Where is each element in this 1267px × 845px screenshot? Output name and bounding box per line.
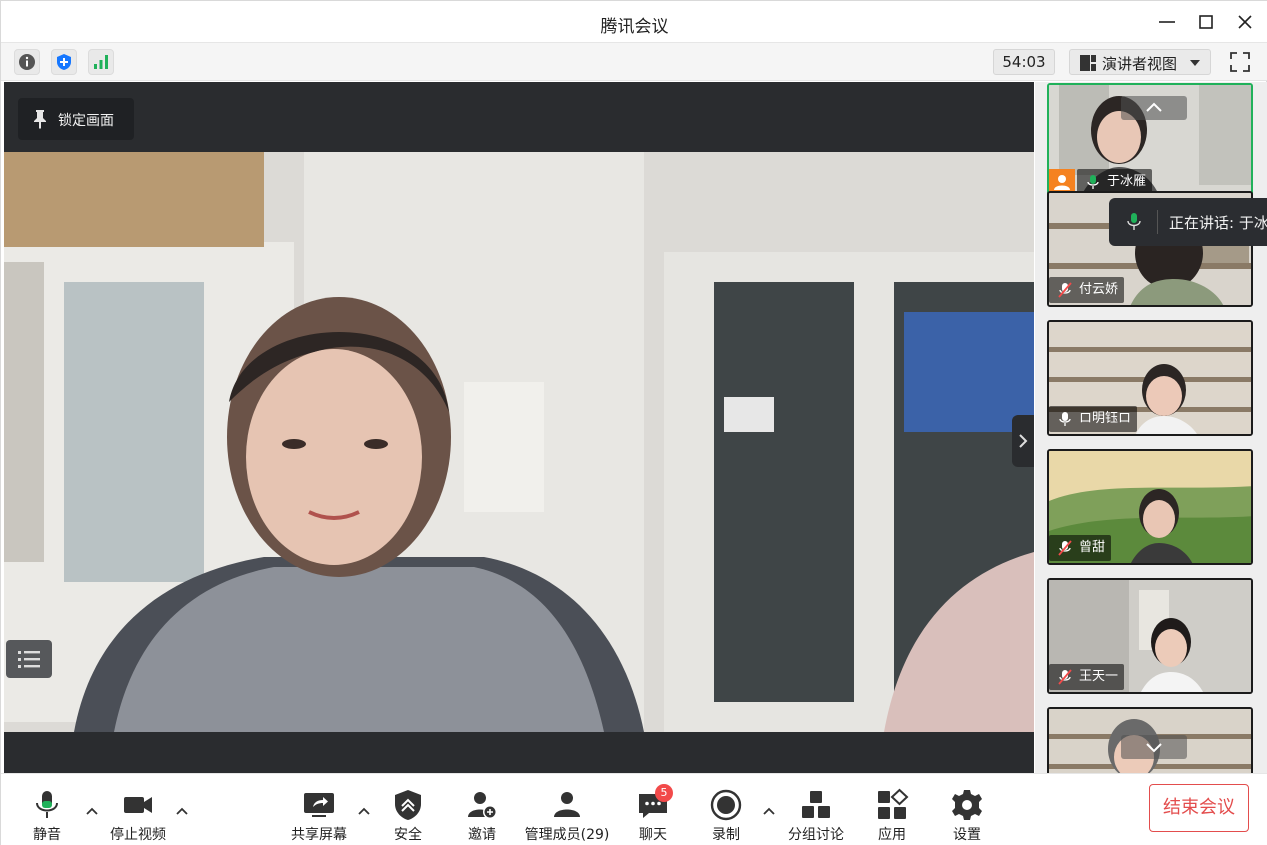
fullscreen-icon xyxy=(1230,52,1250,72)
maximize-button[interactable] xyxy=(1193,9,1219,35)
security-status-button[interactable] xyxy=(51,49,77,75)
video-options-chevron-up-icon[interactable] xyxy=(175,804,189,818)
scroll-up-button[interactable] xyxy=(1121,96,1187,120)
meeting-info-bar: 54:03 演讲者视图 xyxy=(1,43,1267,81)
meeting-info-button[interactable] xyxy=(14,49,40,75)
mic-active-icon xyxy=(1127,213,1141,230)
meeting-timer: 54:03 xyxy=(993,49,1055,75)
fullscreen-button[interactable] xyxy=(1227,49,1253,75)
invite-label: 邀请 xyxy=(468,827,496,843)
minimize-button[interactable] xyxy=(1154,9,1180,35)
chat-button[interactable]: 5 聊天 xyxy=(636,784,673,844)
participant-tile[interactable]: ロ明钰ロ xyxy=(1047,320,1253,436)
participant-name: 付云娇 xyxy=(1079,282,1119,297)
stop-video-label: 停止视频 xyxy=(110,827,166,843)
participant-name: 于冰雁 xyxy=(1107,174,1147,189)
speaking-indicator: 正在讲话: 于冰雁 xyxy=(1109,198,1267,246)
breakout-rooms-icon xyxy=(802,791,830,818)
chat-label: 聊天 xyxy=(639,827,667,843)
mic-muted-icon xyxy=(1058,669,1072,685)
participant-gallery: 于冰雁 付云娇 ロ明钰ロ 曾甜 王天一 xyxy=(1035,82,1267,773)
view-mode-select[interactable]: 演讲者视图 xyxy=(1069,49,1211,75)
shield-icon xyxy=(57,54,71,70)
chevron-down-icon xyxy=(1146,743,1162,753)
close-icon xyxy=(1238,15,1252,29)
list-icon xyxy=(18,651,40,668)
settings-label: 设置 xyxy=(953,827,981,843)
breakout-rooms-label: 分组讨论 xyxy=(788,827,844,843)
microphone-icon xyxy=(36,791,58,818)
scroll-down-button[interactable] xyxy=(1121,735,1187,759)
record-options-chevron-up-icon[interactable] xyxy=(762,804,776,818)
chevron-up-icon xyxy=(1146,102,1162,112)
lock-view-label: 锁定画面 xyxy=(58,113,114,129)
speaker-video xyxy=(4,152,1034,732)
participant-name-badge: 付云娇 xyxy=(1049,277,1125,303)
members-icon xyxy=(554,792,580,817)
window-title: 腾讯会议 xyxy=(600,17,669,37)
mute-label: 静音 xyxy=(33,827,61,843)
participant-name: ロ明钰ロ xyxy=(1079,411,1132,426)
apps-grid-icon xyxy=(878,788,909,819)
share-screen-icon xyxy=(304,793,334,817)
end-meeting-button[interactable]: 结束会议 xyxy=(1149,784,1249,832)
record-icon xyxy=(710,789,742,821)
record-label: 录制 xyxy=(712,827,740,843)
mic-muted-icon xyxy=(1058,282,1072,298)
signal-bars-icon xyxy=(94,55,108,69)
minimize-icon xyxy=(1159,21,1175,23)
apps-label: 应用 xyxy=(878,827,906,843)
collapse-sidebar-button[interactable] xyxy=(1012,415,1034,467)
participant-name-badge: ロ明钰ロ xyxy=(1049,406,1138,432)
speaker-view-icon xyxy=(1080,55,1096,71)
meeting-window: 腾讯会议 54:03 演讲者视图 锁定画面 于冰雁 付云娇 ロ明钰ロ 曾甜 王天… xyxy=(0,0,1267,845)
speaking-label: 正在讲话: 于冰雁 xyxy=(1169,214,1267,232)
share-screen-label: 共享屏幕 xyxy=(291,827,347,843)
chevron-down-icon xyxy=(1190,60,1200,66)
apps-button[interactable]: 应用 xyxy=(875,788,909,844)
stop-video-button[interactable]: 停止视频 xyxy=(107,788,169,844)
view-mode-label: 演讲者视图 xyxy=(1102,55,1178,73)
mic-on-icon xyxy=(1087,175,1099,189)
security-label: 安全 xyxy=(394,827,422,843)
share-options-chevron-up-icon[interactable] xyxy=(357,804,371,818)
record-button[interactable]: 录制 xyxy=(709,788,743,844)
invite-button[interactable]: 邀请 xyxy=(464,788,500,844)
title-bar: 腾讯会议 xyxy=(1,1,1267,43)
share-screen-button[interactable]: 共享屏幕 xyxy=(289,788,349,844)
audio-options-chevron-up-icon[interactable] xyxy=(85,804,99,818)
settings-button[interactable]: 设置 xyxy=(950,788,984,844)
pin-icon xyxy=(34,110,46,129)
participant-name-badge: 王天一 xyxy=(1049,664,1125,690)
video-camera-icon xyxy=(124,797,152,813)
mute-button[interactable]: 静音 xyxy=(29,788,65,844)
maximize-icon xyxy=(1199,15,1213,29)
participant-name: 曾甜 xyxy=(1079,540,1106,555)
lock-view-button[interactable]: 锁定画面 xyxy=(18,98,134,140)
participant-name-badge: 曾甜 xyxy=(1049,535,1112,561)
participant-name: 王天一 xyxy=(1079,669,1119,684)
meeting-toolbar: 静音 停止视频 共享屏幕 安全 邀请 管理成员(29) 5 聊天 录制 分组讨论… xyxy=(1,773,1267,845)
view-list-button[interactable] xyxy=(6,640,52,678)
mic-on-icon xyxy=(1059,412,1071,426)
participant-tile[interactable]: 曾甜 xyxy=(1047,449,1253,565)
participant-tile[interactable]: 王天一 xyxy=(1047,578,1253,694)
manage-members-label: 管理成员(29) xyxy=(524,827,610,843)
main-video-area: 锁定画面 xyxy=(4,82,1034,773)
mic-muted-icon xyxy=(1058,540,1072,556)
info-icon xyxy=(19,54,35,70)
add-person-icon xyxy=(468,792,497,819)
security-button[interactable]: 安全 xyxy=(391,788,425,844)
chevron-right-icon xyxy=(1019,434,1028,448)
close-button[interactable] xyxy=(1232,9,1258,35)
network-status-button[interactable] xyxy=(88,49,114,75)
divider xyxy=(1157,210,1158,234)
manage-members-button[interactable]: 管理成员(29) xyxy=(524,788,610,844)
gear-icon xyxy=(952,790,982,820)
security-shield-icon xyxy=(395,790,421,820)
breakout-rooms-button[interactable]: 分组讨论 xyxy=(787,788,845,844)
speaker-video-frame xyxy=(4,152,1034,732)
chat-unread-badge: 5 xyxy=(655,784,673,802)
